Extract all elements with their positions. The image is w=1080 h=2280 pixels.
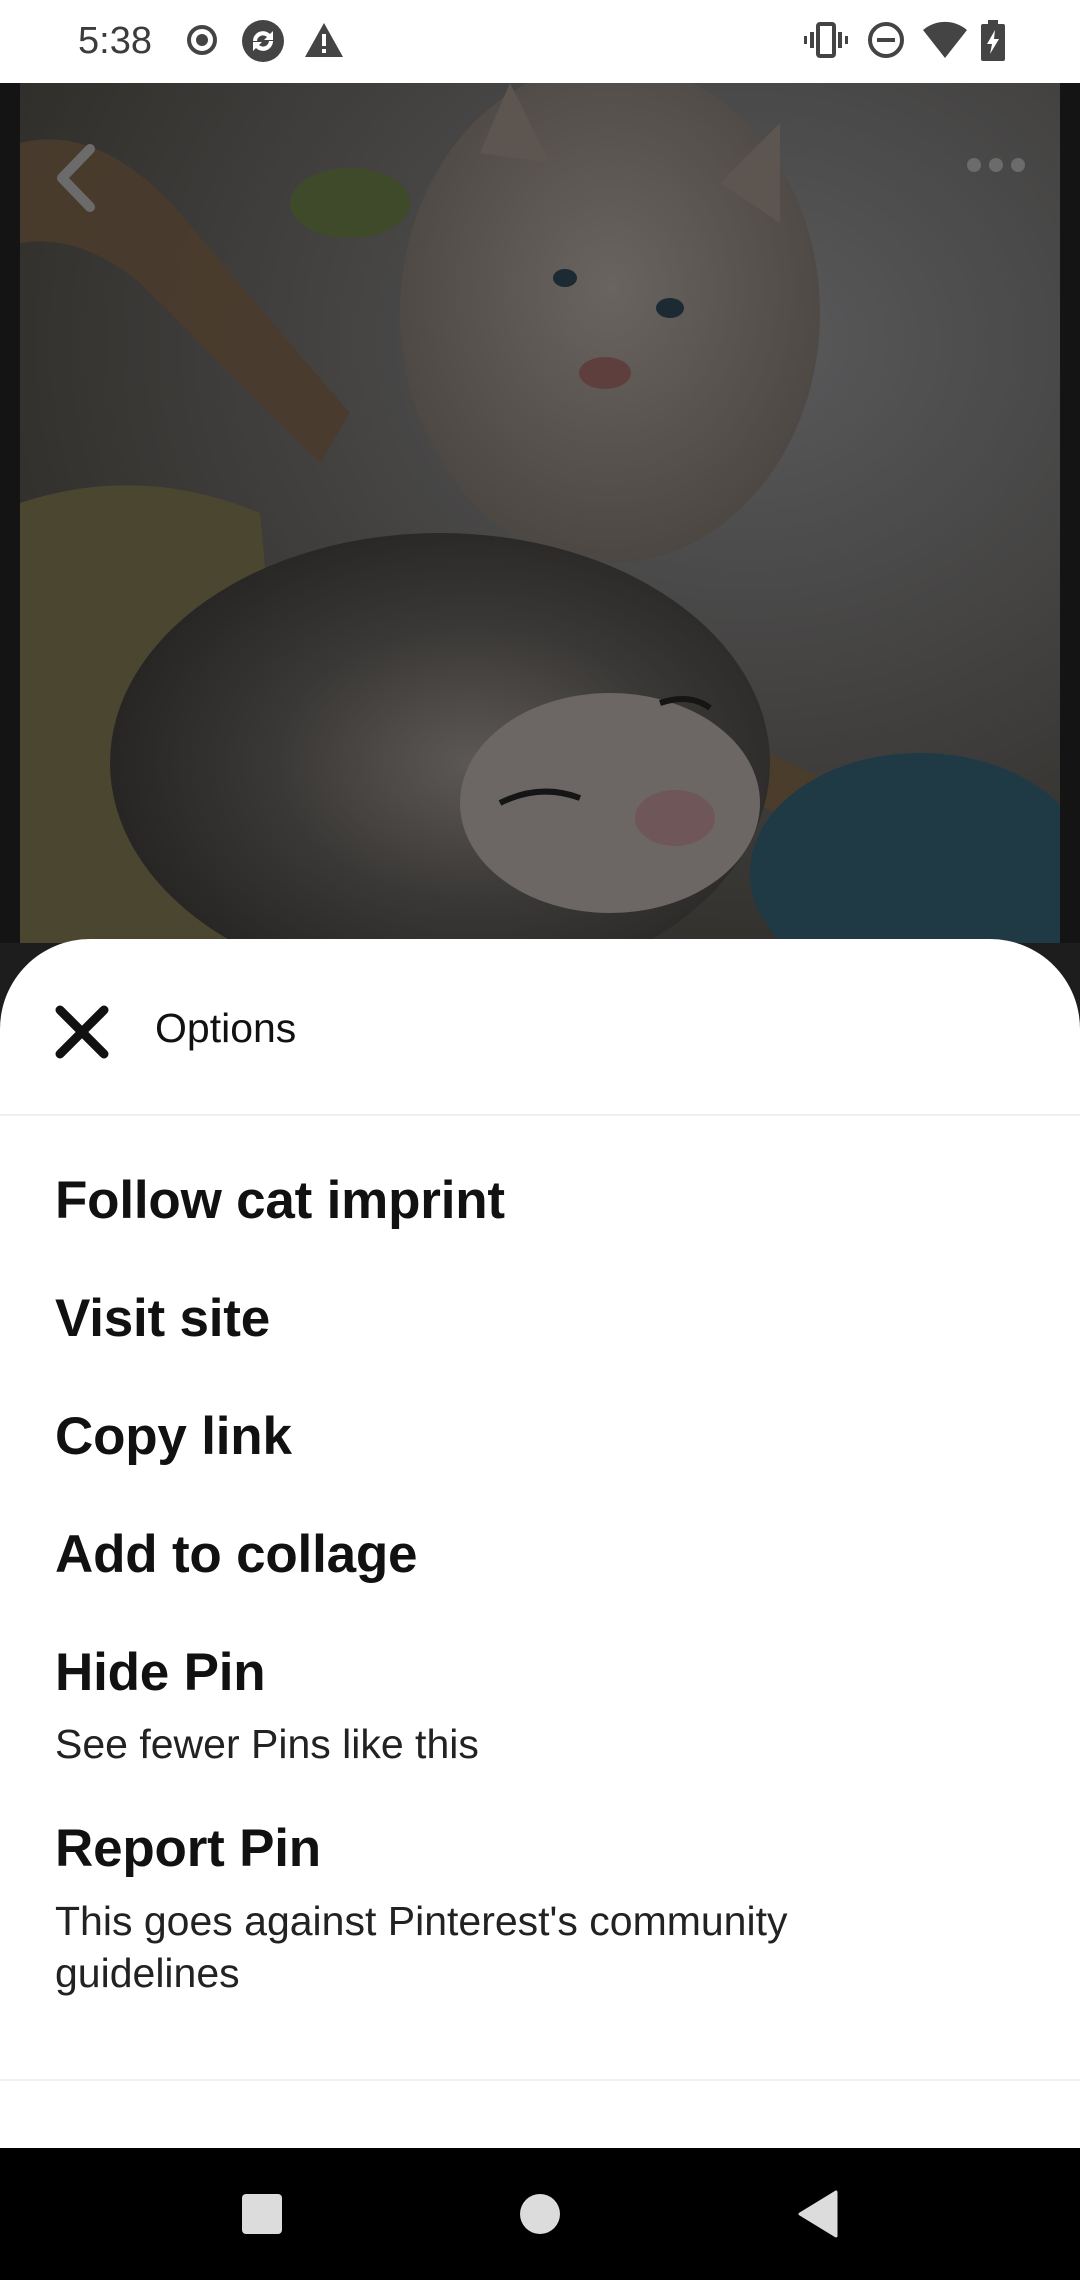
menu-item-visit-site[interactable]: Visit site	[0, 1272, 1080, 1372]
menu-item-subtitle: This goes against Pinterest's community …	[55, 1898, 788, 1996]
options-bottom-sheet: Options Follow cat imprint Visit site Co…	[0, 939, 1080, 2148]
sheet-bottom-divider	[0, 2079, 1080, 2081]
record-icon	[182, 20, 222, 60]
menu-item-copy-link[interactable]: Copy link	[0, 1390, 1080, 1490]
status-time: 5:38	[78, 20, 152, 62]
more-horizontal-icon[interactable]	[966, 153, 1026, 182]
sync-icon	[240, 18, 286, 64]
menu-item-label: Copy link	[55, 1407, 292, 1466]
recents-square-icon[interactable]	[222, 2178, 302, 2250]
menu-item-label: Follow cat imprint	[55, 1171, 505, 1230]
battery-charging-icon	[980, 20, 1006, 61]
menu-item-label: Visit site	[55, 1289, 271, 1348]
pin-image	[20, 83, 1060, 943]
sheet-header: Options	[0, 939, 1080, 1116]
pin-image-area	[0, 83, 1080, 943]
home-circle-icon[interactable]	[500, 2178, 580, 2250]
do-not-disturb-icon	[866, 20, 906, 60]
wifi-icon	[922, 20, 968, 60]
back-triangle-icon[interactable]	[778, 2178, 858, 2250]
menu-item-label: Report Pin	[55, 1819, 321, 1878]
menu-item-label: Add to collage	[55, 1525, 418, 1584]
vibrate-icon	[804, 20, 848, 60]
menu-item-follow[interactable]: Follow cat imprint	[0, 1154, 1080, 1254]
sheet-title: Options	[155, 1005, 297, 1051]
menu-item-report-pin[interactable]: Report Pin This goes against Pinterest's…	[0, 1802, 1080, 2022]
status-bar: 5:38	[0, 0, 1080, 83]
menu-item-add-to-collage[interactable]: Add to collage	[0, 1508, 1080, 1608]
menu-item-subtitle: See fewer Pins like this	[55, 1721, 479, 1767]
warning-icon	[303, 20, 345, 60]
menu-item-label: Hide Pin	[55, 1643, 266, 1702]
chevron-left-icon[interactable]	[52, 143, 102, 218]
close-icon[interactable]	[52, 1002, 112, 1062]
system-nav-bar	[0, 2148, 1080, 2280]
menu-item-hide-pin[interactable]: Hide Pin See fewer Pins like this	[0, 1626, 1080, 1776]
